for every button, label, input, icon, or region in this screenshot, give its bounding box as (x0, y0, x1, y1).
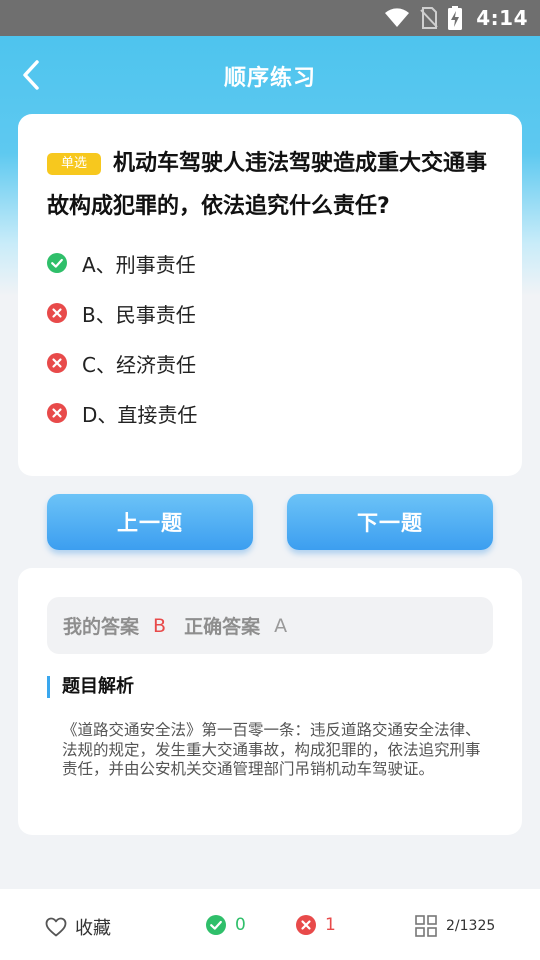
question-text: 单选 机动车驾驶人违法驾驶造成重大交通事故构成犯罪的，依法追究什么责任? (47, 142, 495, 228)
check-circle-icon (206, 915, 226, 935)
question-card: 单选 机动车驾驶人违法驾驶造成重大交通事故构成犯罪的，依法追究什么责任? A、刑事… (18, 114, 522, 476)
favorite-label: 收藏 (75, 918, 111, 939)
correct-count-value: 0 (235, 915, 246, 935)
battery-charging-icon (448, 6, 463, 30)
status-bar: 4:14 (0, 0, 540, 36)
answer-summary: 我的答案 B 正确答案 A (47, 597, 493, 654)
wifi-icon (385, 8, 410, 27)
my-answer-label: 我的答案 (63, 616, 140, 638)
wrong-count: 1 (296, 915, 336, 935)
x-circle-icon (47, 403, 67, 423)
option-label: B、民事责任 (82, 302, 196, 327)
analysis-text: 《道路交通安全法》第一百零一条：违反道路交通安全法律、法规的规定，发生重大交通事… (62, 721, 481, 778)
option-a[interactable]: A、刑事责任 (47, 248, 196, 278)
question-stem: 机动车驾驶人违法驾驶造成重大交通事故构成犯罪的，依法追究什么责任? (47, 151, 488, 219)
analysis-card: 我的答案 B 正确答案 A 题目解析 《道路交通安全法》第一百零一条：违反道路交… (18, 568, 522, 835)
heart-icon (45, 917, 67, 937)
question-type-badge: 单选 (47, 153, 102, 175)
option-d[interactable]: D、直接责任 (47, 398, 197, 428)
option-c[interactable]: C、经济责任 (47, 348, 196, 378)
x-circle-icon (47, 353, 67, 373)
grid-icon (415, 915, 437, 937)
status-icons: 4:14 (384, 0, 528, 36)
correct-answer-value: A (274, 614, 288, 637)
bottom-bar: 收藏 0 1 2/1325 (0, 889, 540, 960)
status-time: 4:14 (476, 6, 528, 30)
my-answer-value: B (153, 614, 167, 637)
x-circle-icon (296, 915, 316, 935)
no-sim-icon (420, 7, 438, 29)
correct-count: 0 (206, 915, 246, 935)
option-label: D、直接责任 (82, 402, 198, 427)
option-b[interactable]: B、民事责任 (47, 298, 196, 328)
option-label: A、刑事责任 (82, 252, 196, 277)
page-title: 顺序练习 (223, 66, 316, 91)
question-grid-button[interactable]: 2/1325 (415, 915, 495, 937)
analysis-title: 题目解析 (47, 676, 134, 698)
option-label: C、经济责任 (82, 352, 196, 377)
check-circle-icon (47, 253, 67, 273)
next-question-button[interactable]: 下一题 (287, 494, 493, 550)
wrong-count-value: 1 (325, 915, 336, 935)
prev-question-button[interactable]: 上一题 (47, 494, 253, 550)
favorite-button[interactable]: 收藏 (45, 914, 111, 940)
progress-value: 2/1325 (446, 918, 496, 934)
x-circle-icon (47, 303, 67, 323)
correct-answer-label: 正确答案 (184, 616, 261, 638)
